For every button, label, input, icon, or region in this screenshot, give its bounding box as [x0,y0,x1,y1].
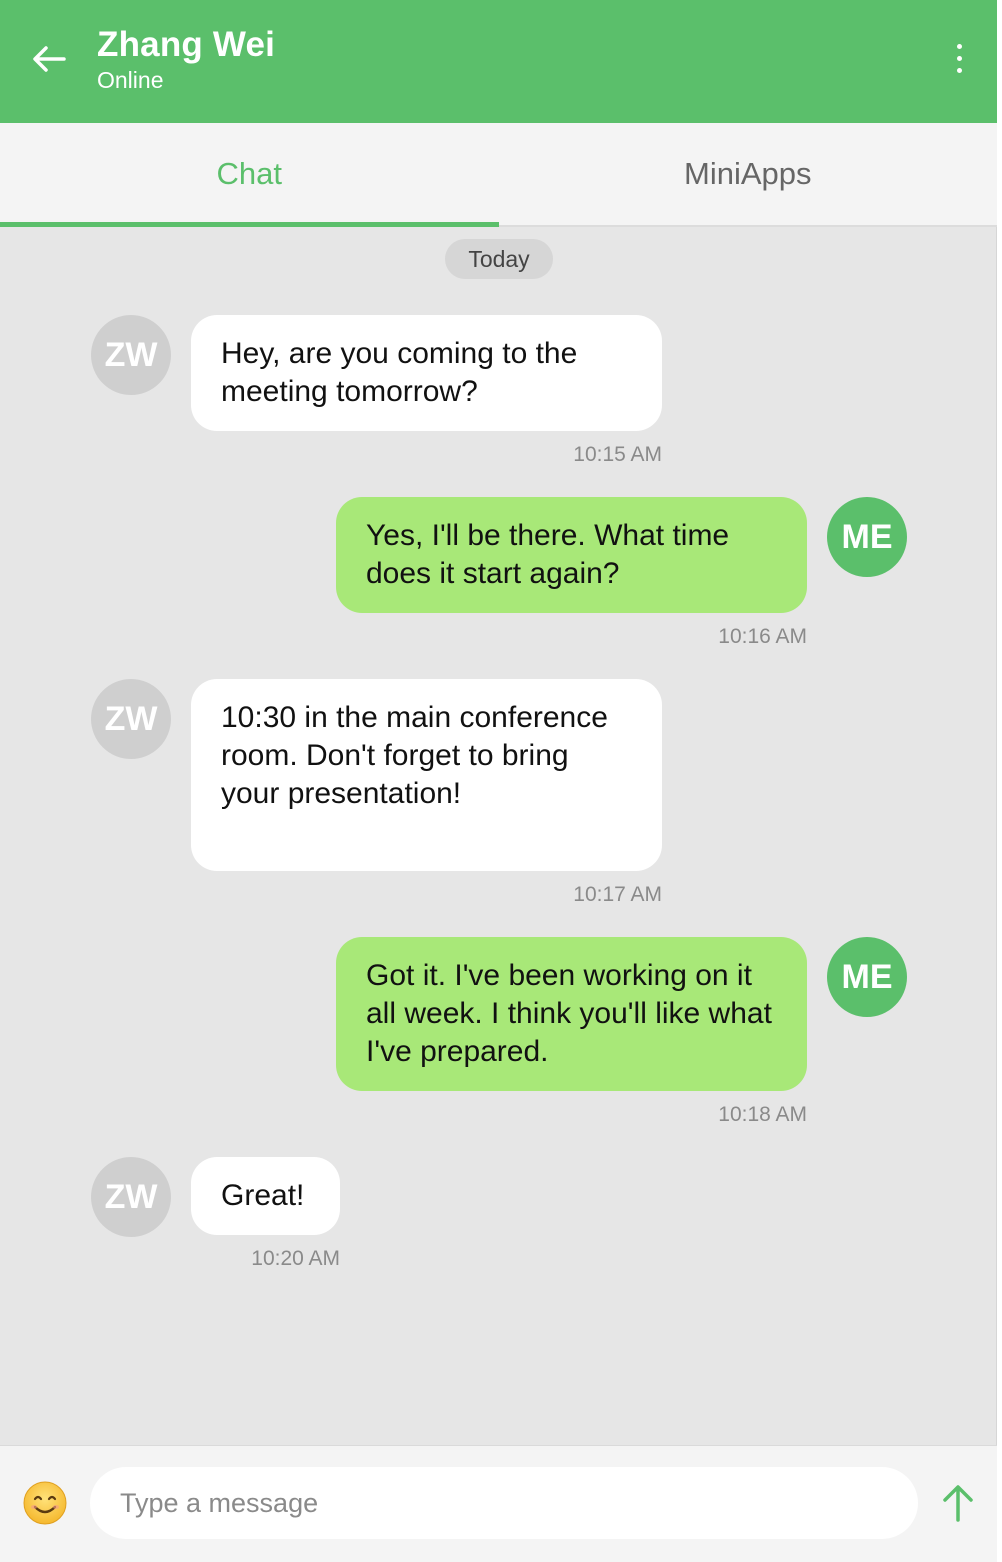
arrow-up-send-icon [943,1485,973,1522]
more-options-button[interactable] [944,38,974,78]
message-bubble-incoming[interactable]: 10:30 in the main conference room. Don't… [191,679,662,871]
chat-app: Zhang Wei Online Chat MiniApps Today ZW … [0,0,997,1562]
message-bubble-incoming[interactable]: Great! [191,1157,340,1235]
message-timestamp: 10:15 AM [573,443,662,466]
message-input[interactable] [90,1467,918,1539]
message-bubble-incoming[interactable]: Hey, are you coming to the meeting tomor… [191,315,662,431]
tab-chat[interactable]: Chat [0,123,499,227]
my-avatar[interactable]: ME [827,937,907,1017]
more-vertical-icon [956,43,962,49]
emoji-button[interactable] [22,1480,68,1526]
message-bubble-outgoing[interactable]: Got it. I've been working on it all week… [336,937,807,1091]
smiley-face-icon [23,1481,67,1525]
chat-header: Zhang Wei Online [0,0,997,123]
composer-bar [0,1445,997,1562]
message-timestamp: 10:16 AM [718,625,807,648]
message-timestamp: 10:18 AM [718,1103,807,1126]
contact-avatar[interactable]: ZW [91,315,171,395]
contact-avatar[interactable]: ZW [91,679,171,759]
my-avatar[interactable]: ME [827,497,907,577]
date-separator: Today [445,239,553,279]
arrow-left-icon [33,46,66,72]
contact-avatar[interactable]: ZW [91,1157,171,1237]
tab-miniapps[interactable]: MiniApps [499,123,998,225]
message-timestamp: 10:17 AM [573,883,662,906]
tab-bar: Chat MiniApps [0,123,997,227]
send-button[interactable] [937,1482,979,1524]
contact-status: Online [97,67,164,93]
contact-name: Zhang Wei [97,25,276,64]
message-timestamp: 10:20 AM [251,1247,340,1270]
back-button[interactable] [30,40,68,78]
message-bubble-outgoing[interactable]: Yes, I'll be there. What time does it st… [336,497,807,613]
